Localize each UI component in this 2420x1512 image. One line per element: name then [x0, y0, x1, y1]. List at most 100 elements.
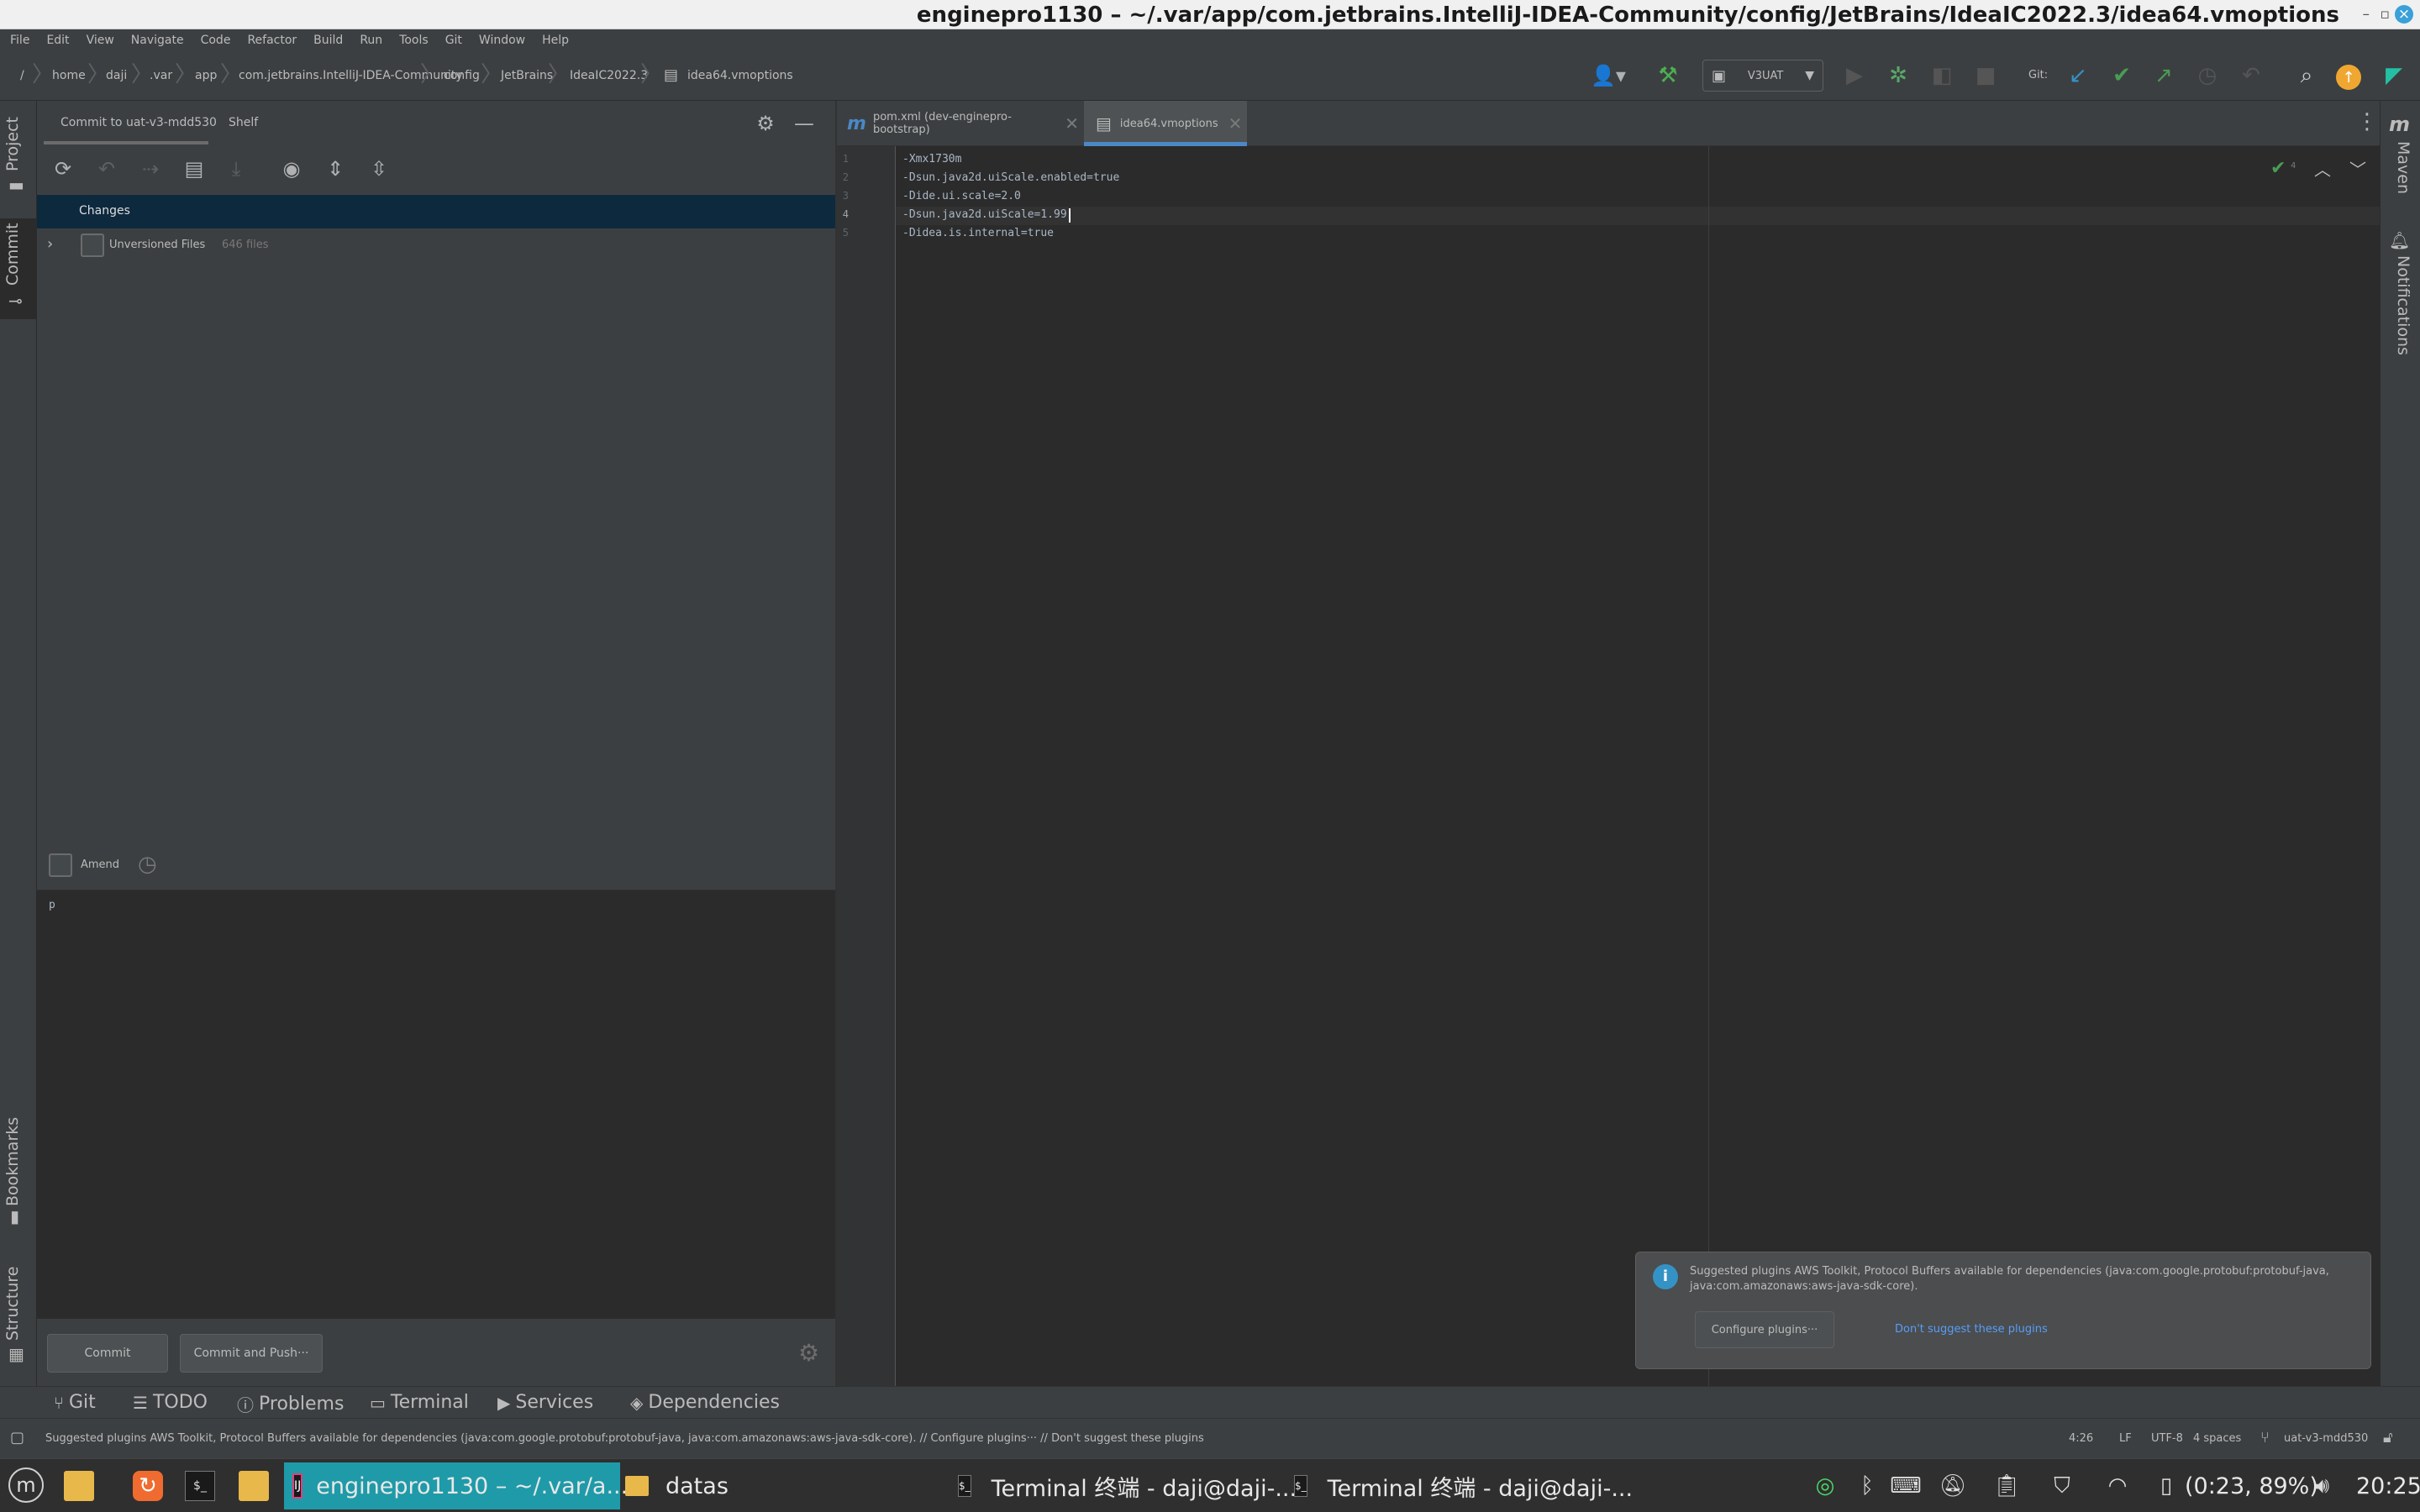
taskbar-folder-window[interactable]: datas — [625, 1466, 751, 1506]
breadcrumb-file[interactable]: idea64.vmoptions — [687, 69, 793, 82]
chevron-up-icon[interactable]: ︿ — [2314, 156, 2331, 181]
breadcrumb-daji[interactable]: daji — [106, 69, 127, 82]
menu-run[interactable]: Run — [360, 34, 382, 47]
menu-git[interactable]: Git — [445, 34, 462, 47]
update-icon[interactable]: ↑ — [2336, 65, 2361, 90]
menu-help[interactable]: Help — [542, 34, 569, 47]
menu-tools[interactable]: Tools — [399, 34, 429, 47]
jetbrains-gateway-icon[interactable]: ◤ — [2378, 60, 2410, 92]
move-changelist-icon[interactable]: ⇢ — [136, 155, 165, 183]
chevron-down-icon[interactable]: ﹀ — [2349, 156, 2366, 181]
close-icon[interactable]: × — [2395, 5, 2413, 24]
inspection-ok-icon[interactable]: ✔ — [2270, 158, 2286, 179]
history-icon[interactable]: ◷ — [2191, 60, 2223, 92]
battery-icon[interactable]: ▯ — [2151, 1471, 2181, 1501]
menu-code[interactable]: Code — [201, 34, 231, 47]
tool-tab-dependencies[interactable]: ◈ Dependencies — [630, 1392, 780, 1413]
history-icon[interactable]: ◷ — [138, 852, 157, 877]
clock[interactable]: 20:25 — [2356, 1466, 2420, 1506]
tool-commit[interactable]: Commit — [3, 223, 22, 286]
stop-icon[interactable]: ■ — [1970, 60, 2002, 92]
editor-tab-pom[interactable]: m pom.xml (dev-enginepro-bootstrap) ✕ — [847, 101, 1079, 146]
tool-tab-terminal[interactable]: ▭ Terminal — [370, 1392, 469, 1413]
run-icon[interactable]: ▶ — [1839, 60, 1870, 92]
breadcrumb-config[interactable]: config — [444, 69, 480, 82]
menu-navigate[interactable]: Navigate — [131, 34, 184, 47]
git-commit-icon[interactable]: ✔ — [2106, 60, 2138, 92]
commit-message-field[interactable]: p — [37, 890, 835, 1319]
terminal-icon[interactable]: $_ — [185, 1471, 215, 1501]
menu-build[interactable]: Build — [313, 34, 343, 47]
commit-and-push-button[interactable]: Commit and Push··· — [180, 1334, 323, 1373]
line-separator[interactable]: LF — [2119, 1432, 2132, 1445]
run-config-select[interactable]: ▣ V3UAT ▼ — [1702, 60, 1823, 92]
debug-icon[interactable]: ✲ — [1882, 60, 1914, 92]
tool-tab-problems[interactable]: ⓘ Problems — [237, 1392, 344, 1416]
taskbar-terminal-1[interactable]: $_ Terminal 终端 - daji@daji-... — [958, 1466, 1297, 1506]
tab-commit[interactable]: Commit to uat-v3-mdd530 — [60, 116, 217, 129]
git-update-icon[interactable]: ↙ — [2062, 60, 2094, 92]
breadcrumb-root[interactable]: / — [20, 69, 24, 82]
tool-tab-git[interactable]: ⑂ Git — [54, 1392, 96, 1413]
menu-refactor[interactable]: Refactor — [247, 34, 297, 47]
git-branch[interactable]: uat-v3-mdd530 — [2284, 1432, 2368, 1445]
editor-tab-vmoptions[interactable]: ▤ idea64.vmoptions ✕ — [1084, 101, 1247, 146]
build-hammer-icon[interactable]: ⚒ — [1652, 60, 1684, 92]
close-tab-icon[interactable]: ✕ — [1228, 113, 1243, 134]
breadcrumb-home[interactable]: home — [52, 69, 86, 82]
more-tabs-icon[interactable]: ⋮ — [2356, 109, 2378, 134]
panel-toggle-icon[interactable]: ▢ — [10, 1429, 24, 1446]
user-icon[interactable]: 👤▾ — [1583, 60, 1634, 92]
caret-position[interactable]: 4:26 — [2069, 1432, 2093, 1445]
lock-icon[interactable]: 🔓︎ — [2383, 1429, 2393, 1446]
unversioned-files-node[interactable]: › Unversioned Files 646 files — [37, 228, 835, 262]
tab-shelf[interactable]: Shelf — [229, 116, 258, 129]
mint-menu-icon[interactable]: m — [8, 1467, 44, 1503]
breadcrumb-ideaic[interactable]: IdeaIC2022.3 — [570, 69, 648, 82]
changes-node[interactable]: Changes — [37, 195, 835, 228]
tool-tab-todo[interactable]: ☰ TODO — [133, 1392, 208, 1413]
tool-bookmarks[interactable]: Bookmarks — [3, 1117, 22, 1206]
amend-checkbox[interactable] — [49, 853, 72, 877]
breadcrumb-var[interactable]: .var — [150, 69, 172, 82]
commit-options-gear-icon[interactable]: ⚙ — [798, 1339, 819, 1367]
file-encoding[interactable]: UTF-8 — [2151, 1432, 2183, 1445]
status-message[interactable]: Suggested plugins AWS Toolkit, Protocol … — [45, 1432, 1222, 1445]
folder-icon[interactable] — [239, 1471, 269, 1501]
bluetooth-icon[interactable]: ᛒ — [1852, 1471, 1882, 1501]
tool-maven[interactable]: Maven — [2394, 141, 2412, 194]
notifications-off-icon[interactable]: 🔕︎ — [1938, 1471, 1968, 1501]
download-icon[interactable]: ⤓ — [222, 155, 250, 183]
expand-all-icon[interactable]: ⇕ — [321, 155, 350, 183]
refresh-icon[interactable]: ⟳ — [49, 155, 77, 183]
tool-project[interactable]: Project — [3, 117, 22, 171]
tool-structure[interactable]: Structure — [3, 1267, 22, 1341]
code-line[interactable]: -Dsun.java2d.uiScale.enabled=true — [902, 171, 1119, 184]
restore-icon[interactable]: ▫ — [2380, 6, 2390, 23]
code-line[interactable]: -Xmx1730m — [902, 153, 961, 165]
indent-setting[interactable]: 4 spaces — [2193, 1432, 2241, 1445]
wifi-icon[interactable]: ◠ — [2102, 1471, 2133, 1501]
menu-edit[interactable]: Edit — [46, 34, 69, 47]
taskbar-terminal-2[interactable]: $_ Terminal 终端 - daji@daji-... — [1294, 1466, 1633, 1506]
configure-plugins-button[interactable]: Configure plugins··· — [1695, 1311, 1834, 1348]
shield-icon[interactable]: ⛉ — [2047, 1471, 2077, 1501]
minimize-icon[interactable]: – — [2363, 6, 2370, 23]
rollback-icon[interactable]: ↶ — [92, 155, 121, 183]
code-line[interactable]: -Dide.ui.scale=2.0 — [902, 190, 1021, 202]
chevron-right-icon[interactable]: › — [47, 235, 53, 253]
coverage-icon[interactable]: ◧ — [1926, 60, 1958, 92]
gear-icon[interactable]: ⚙ — [751, 109, 780, 138]
volume-icon[interactable]: 🔊︎ — [2307, 1471, 2338, 1501]
tool-tab-services[interactable]: ▶ Services — [497, 1392, 593, 1413]
breadcrumb-app[interactable]: app — [195, 69, 217, 82]
files-icon[interactable] — [64, 1471, 94, 1501]
code-line[interactable]: -Didea.is.internal=true — [902, 227, 1054, 239]
dont-suggest-link[interactable]: Don't suggest these plugins — [1895, 1323, 2048, 1336]
rollback-icon[interactable]: ↶ — [2235, 60, 2267, 92]
commit-button[interactable]: Commit — [47, 1334, 168, 1373]
tool-notifications[interactable]: Notifications — [2394, 255, 2412, 355]
keyboard-icon[interactable]: ⌨ — [1890, 1471, 1922, 1501]
show-diff-icon[interactable]: ▤ — [180, 155, 208, 183]
search-icon[interactable]: ⌕ — [2291, 60, 2323, 92]
